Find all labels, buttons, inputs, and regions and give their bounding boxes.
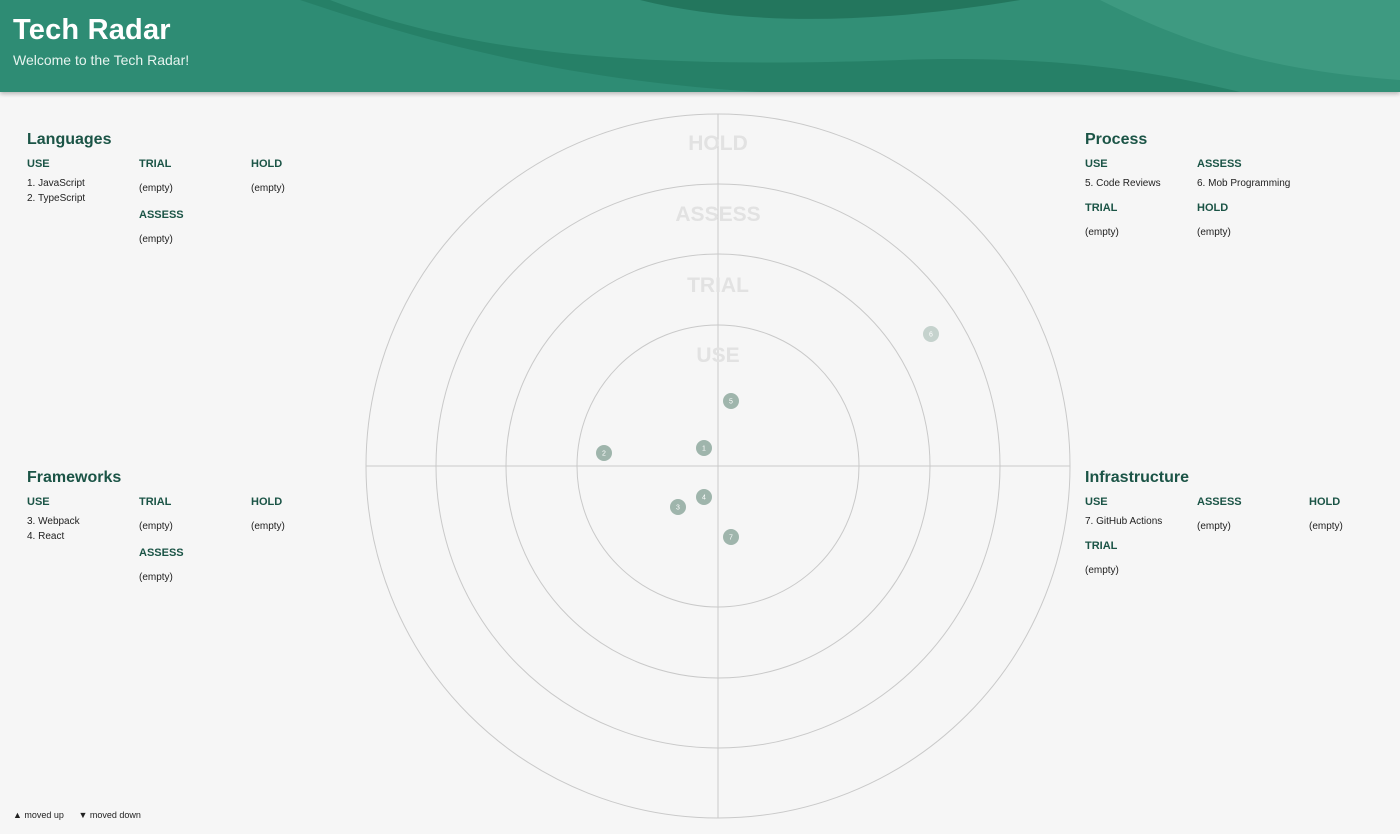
blip-4[interactable]: 4 [696,489,712,505]
languages-ring-trial: TRIAL (empty) [139,158,173,194]
languages-ring-assess: ASSESS (empty) [139,209,184,245]
blip-4-label: 4 [702,495,706,502]
process-ring-use: USE 5. Code Reviews [1085,158,1161,191]
ring-label-use: USE [696,344,739,367]
ring-label-trial: TRIAL [687,274,749,297]
empty-label: (empty) [1309,521,1343,532]
process-ring-use-heading: USE [1085,158,1108,170]
languages-ring-hold: HOLD (empty) [251,158,285,194]
empty-label: (empty) [1085,227,1119,238]
languages-use-list: 1. JavaScript 2. TypeScript [27,176,85,206]
list-item[interactable]: 2. TypeScript [27,191,85,206]
infrastructure-use-list: 7. GitHub Actions [1085,514,1162,529]
empty-label: (empty) [1085,565,1119,576]
process-use-list: 5. Code Reviews [1085,176,1161,191]
frameworks-use-list: 3. Webpack 4. React [27,514,80,544]
blip-6[interactable]: 6 [923,326,939,342]
list-item[interactable]: 7. GitHub Actions [1085,514,1162,529]
list-item[interactable]: 4. React [27,529,80,544]
quadrant-process: Process [1085,131,1147,149]
quadrant-title-frameworks: Frameworks [27,469,122,486]
process-ring-assess-heading: ASSESS [1197,158,1242,170]
legend-moved-up: ▲ moved up [13,810,64,820]
blip-7[interactable]: 7 [723,529,739,545]
blip-3-label: 3 [676,505,680,512]
infrastructure-ring-hold-heading: HOLD [1309,496,1341,508]
infrastructure-ring-use-heading: USE [1085,496,1108,508]
ring-label-hold: HOLD [688,132,748,155]
empty-label: (empty) [1197,521,1231,532]
quadrant-infrastructure: Infrastructure [1085,469,1189,487]
quadrant-title-infrastructure: Infrastructure [1085,469,1190,486]
empty-label: (empty) [139,183,173,194]
process-ring-hold: HOLD (empty) [1197,202,1231,238]
legend-moved-down: ▼ moved down [78,810,141,820]
infrastructure-ring-hold: HOLD (empty) [1309,496,1343,532]
frameworks-ring-hold-heading: HOLD [251,496,283,508]
empty-label: (empty) [139,521,173,532]
frameworks-ring-hold: HOLD (empty) [251,496,285,532]
quadrant-title-languages: Languages [27,131,112,148]
infrastructure-ring-assess-heading: ASSESS [1197,496,1242,508]
list-item[interactable]: 6. Mob Programming [1197,176,1290,191]
list-item[interactable]: 1. JavaScript [27,176,85,191]
languages-ring-hold-heading: HOLD [251,158,283,170]
blip-7-label: 7 [729,535,733,542]
infrastructure-ring-trial-heading: TRIAL [1085,540,1118,552]
empty-label: (empty) [139,234,173,245]
languages-ring-use-heading: USE [27,158,50,170]
frameworks-ring-use: USE 3. Webpack 4. React [27,496,80,544]
blip-6-label: 6 [929,332,933,339]
blip-1[interactable]: 1 [696,440,712,456]
blip-1-label: 1 [702,446,706,453]
blip-5[interactable]: 5 [723,393,739,409]
blip-2[interactable]: 2 [596,445,612,461]
list-item[interactable]: 3. Webpack [27,514,80,529]
infrastructure-ring-use: USE 7. GitHub Actions [1085,496,1162,529]
frameworks-ring-trial-heading: TRIAL [139,496,172,508]
languages-ring-trial-heading: TRIAL [139,158,172,170]
process-ring-assess: ASSESS 6. Mob Programming [1197,158,1290,191]
frameworks-ring-assess-heading: ASSESS [139,547,184,559]
radar-chart: HOLD ASSESS TRIAL USE 1 2 3 4 5 6 7 [365,113,1071,819]
empty-label: (empty) [251,521,285,532]
infrastructure-ring-trial: TRIAL (empty) [1085,540,1119,576]
ring-label-assess: ASSESS [675,203,760,226]
blip-5-label: 5 [729,399,733,406]
infrastructure-ring-assess: ASSESS (empty) [1197,496,1242,532]
quadrant-frameworks: Frameworks [27,469,121,487]
blip-3[interactable]: 3 [670,499,686,515]
legend: ▲ moved up ▼ moved down [13,810,153,820]
languages-ring-use: USE 1. JavaScript 2. TypeScript [27,158,85,206]
process-assess-list: 6. Mob Programming [1197,176,1290,191]
frameworks-ring-trial: TRIAL (empty) [139,496,173,532]
process-ring-trial: TRIAL (empty) [1085,202,1119,238]
process-ring-hold-heading: HOLD [1197,202,1229,214]
process-ring-trial-heading: TRIAL [1085,202,1118,214]
frameworks-ring-assess: ASSESS (empty) [139,547,184,583]
empty-label: (empty) [251,183,285,194]
quadrant-languages: Languages [27,131,111,149]
empty-label: (empty) [139,572,173,583]
list-item[interactable]: 5. Code Reviews [1085,176,1161,191]
frameworks-ring-use-heading: USE [27,496,50,508]
languages-ring-assess-heading: ASSESS [139,209,184,221]
blip-2-label: 2 [602,451,606,458]
empty-label: (empty) [1197,227,1231,238]
quadrant-title-process: Process [1085,131,1148,148]
